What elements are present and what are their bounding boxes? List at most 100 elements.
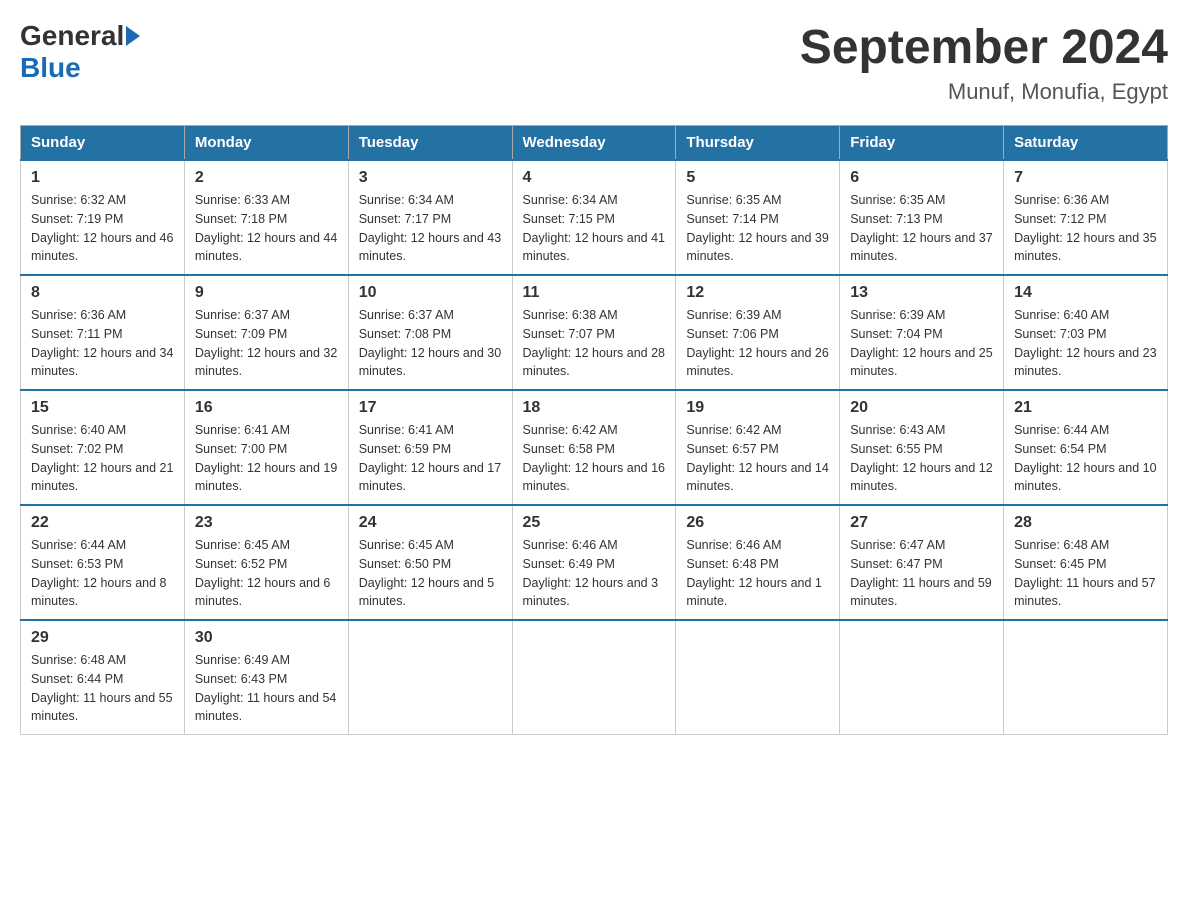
calendar-day-cell: 11 Sunrise: 6:38 AMSunset: 7:07 PMDayligh… [512,275,676,390]
calendar-day-cell: 14 Sunrise: 6:40 AMSunset: 7:03 PMDayligh… [1004,275,1168,390]
day-number: 6 [850,169,993,187]
day-info: Sunrise: 6:45 AMSunset: 6:52 PMDaylight:… [195,536,338,611]
day-number: 29 [31,629,174,647]
calendar-day-cell: 17Sunrise: 6:41 AMSunset: 6:59 PMDayligh… [348,390,512,505]
calendar-day-cell: 15 Sunrise: 6:40 AMSunset: 7:02 PMDayligh… [21,390,185,505]
day-number: 30 [195,629,338,647]
calendar-day-cell: 3Sunrise: 6:34 AMSunset: 7:17 PMDaylight… [348,160,512,275]
calendar-day-cell: 29 Sunrise: 6:48 AMSunset: 6:44 PMDayligh… [21,620,185,735]
empty-cell [348,620,512,735]
day-number: 26 [686,514,829,532]
day-info: Sunrise: 6:49 AMSunset: 6:43 PMDaylight:… [195,651,338,726]
day-number: 14 [1014,284,1157,302]
calendar-day-cell: 1 Sunrise: 6:32 AMSunset: 7:19 PMDaylight… [21,160,185,275]
calendar-day-cell: 6 Sunrise: 6:35 AMSunset: 7:13 PMDaylight… [840,160,1004,275]
day-number: 7 [1014,169,1157,187]
calendar-day-cell: 12Sunrise: 6:39 AMSunset: 7:06 PMDayligh… [676,275,840,390]
empty-cell [840,620,1004,735]
weekday-header-thursday: Thursday [676,126,840,161]
day-info: Sunrise: 6:42 AMSunset: 6:58 PMDaylight:… [523,421,666,496]
day-info: Sunrise: 6:43 AMSunset: 6:55 PMDaylight:… [850,421,993,496]
day-number: 21 [1014,399,1157,417]
calendar-day-cell: 26 Sunrise: 6:46 AMSunset: 6:48 PMDayligh… [676,505,840,620]
calendar-day-cell: 18 Sunrise: 6:42 AMSunset: 6:58 PMDayligh… [512,390,676,505]
day-number: 9 [195,284,338,302]
day-number: 17 [359,399,502,417]
calendar-day-cell: 13 Sunrise: 6:39 AMSunset: 7:04 PMDayligh… [840,275,1004,390]
day-number: 11 [523,284,666,302]
calendar-subtitle: Munuf, Monufia, Egypt [800,79,1168,105]
day-number: 22 [31,514,174,532]
day-info: Sunrise: 6:48 AMSunset: 6:45 PMDaylight:… [1014,536,1157,611]
day-info: Sunrise: 6:47 AMSunset: 6:47 PMDaylight:… [850,536,993,611]
calendar-week-row: 8Sunrise: 6:36 AMSunset: 7:11 PMDaylight… [21,275,1168,390]
calendar-day-cell: 10Sunrise: 6:37 AMSunset: 7:08 PMDayligh… [348,275,512,390]
calendar-day-cell: 19Sunrise: 6:42 AMSunset: 6:57 PMDayligh… [676,390,840,505]
day-info: Sunrise: 6:44 AMSunset: 6:54 PMDaylight:… [1014,421,1157,496]
day-number: 4 [523,169,666,187]
logo-blue-text: Blue [20,52,81,84]
day-number: 28 [1014,514,1157,532]
day-info: Sunrise: 6:48 AMSunset: 6:44 PMDaylight:… [31,651,174,726]
day-number: 10 [359,284,502,302]
day-number: 18 [523,399,666,417]
day-info: Sunrise: 6:46 AMSunset: 6:48 PMDaylight:… [686,536,829,611]
weekday-header-friday: Friday [840,126,1004,161]
calendar-day-cell: 8Sunrise: 6:36 AMSunset: 7:11 PMDaylight… [21,275,185,390]
day-info: Sunrise: 6:36 AMSunset: 7:12 PMDaylight:… [1014,191,1157,266]
day-info: Sunrise: 6:36 AMSunset: 7:11 PMDaylight:… [31,306,174,381]
day-info: Sunrise: 6:35 AMSunset: 7:13 PMDaylight:… [850,191,993,266]
calendar-day-cell: 30 Sunrise: 6:49 AMSunset: 6:43 PMDayligh… [184,620,348,735]
calendar-week-row: 29 Sunrise: 6:48 AMSunset: 6:44 PMDayligh… [21,620,1168,735]
day-info: Sunrise: 6:40 AMSunset: 7:03 PMDaylight:… [1014,306,1157,381]
day-number: 16 [195,399,338,417]
empty-cell [512,620,676,735]
calendar-week-row: 1 Sunrise: 6:32 AMSunset: 7:19 PMDaylight… [21,160,1168,275]
day-info: Sunrise: 6:37 AMSunset: 7:09 PMDaylight:… [195,306,338,381]
day-info: Sunrise: 6:33 AMSunset: 7:18 PMDaylight:… [195,191,338,266]
day-info: Sunrise: 6:32 AMSunset: 7:19 PMDaylight:… [31,191,174,266]
empty-cell [1004,620,1168,735]
day-info: Sunrise: 6:38 AMSunset: 7:07 PMDaylight:… [523,306,666,381]
logo: General Blue [20,20,142,84]
calendar-table: SundayMondayTuesdayWednesdayThursdayFrid… [20,125,1168,735]
day-info: Sunrise: 6:45 AMSunset: 6:50 PMDaylight:… [359,536,502,611]
calendar-day-cell: 4 Sunrise: 6:34 AMSunset: 7:15 PMDaylight… [512,160,676,275]
calendar-day-cell: 16Sunrise: 6:41 AMSunset: 7:00 PMDayligh… [184,390,348,505]
calendar-title: September 2024 [800,20,1168,75]
calendar-week-row: 15 Sunrise: 6:40 AMSunset: 7:02 PMDayligh… [21,390,1168,505]
calendar-day-cell: 9 Sunrise: 6:37 AMSunset: 7:09 PMDaylight… [184,275,348,390]
day-info: Sunrise: 6:34 AMSunset: 7:17 PMDaylight:… [359,191,502,266]
logo-general-text: General [20,20,124,52]
weekday-header-wednesday: Wednesday [512,126,676,161]
calendar-day-cell: 7 Sunrise: 6:36 AMSunset: 7:12 PMDaylight… [1004,160,1168,275]
calendar-day-cell: 20Sunrise: 6:43 AMSunset: 6:55 PMDayligh… [840,390,1004,505]
calendar-day-cell: 23Sunrise: 6:45 AMSunset: 6:52 PMDayligh… [184,505,348,620]
weekday-header-monday: Monday [184,126,348,161]
calendar-day-cell: 24Sunrise: 6:45 AMSunset: 6:50 PMDayligh… [348,505,512,620]
day-number: 2 [195,169,338,187]
calendar-day-cell: 28 Sunrise: 6:48 AMSunset: 6:45 PMDayligh… [1004,505,1168,620]
day-info: Sunrise: 6:40 AMSunset: 7:02 PMDaylight:… [31,421,174,496]
weekday-header-row: SundayMondayTuesdayWednesdayThursdayFrid… [21,126,1168,161]
day-number: 5 [686,169,829,187]
day-info: Sunrise: 6:42 AMSunset: 6:57 PMDaylight:… [686,421,829,496]
day-info: Sunrise: 6:44 AMSunset: 6:53 PMDaylight:… [31,536,174,611]
calendar-day-cell: 5Sunrise: 6:35 AMSunset: 7:14 PMDaylight… [676,160,840,275]
weekday-header-tuesday: Tuesday [348,126,512,161]
day-number: 15 [31,399,174,417]
calendar-day-cell: 25Sunrise: 6:46 AMSunset: 6:49 PMDayligh… [512,505,676,620]
day-number: 12 [686,284,829,302]
weekday-header-sunday: Sunday [21,126,185,161]
day-number: 13 [850,284,993,302]
calendar-day-cell: 2 Sunrise: 6:33 AMSunset: 7:18 PMDaylight… [184,160,348,275]
title-area: September 2024 Munuf, Monufia, Egypt [800,20,1168,105]
logo-arrow-icon [126,26,140,46]
day-number: 1 [31,169,174,187]
empty-cell [676,620,840,735]
day-number: 25 [523,514,666,532]
calendar-day-cell: 27 Sunrise: 6:47 AMSunset: 6:47 PMDayligh… [840,505,1004,620]
day-info: Sunrise: 6:34 AMSunset: 7:15 PMDaylight:… [523,191,666,266]
day-info: Sunrise: 6:39 AMSunset: 7:04 PMDaylight:… [850,306,993,381]
day-number: 27 [850,514,993,532]
